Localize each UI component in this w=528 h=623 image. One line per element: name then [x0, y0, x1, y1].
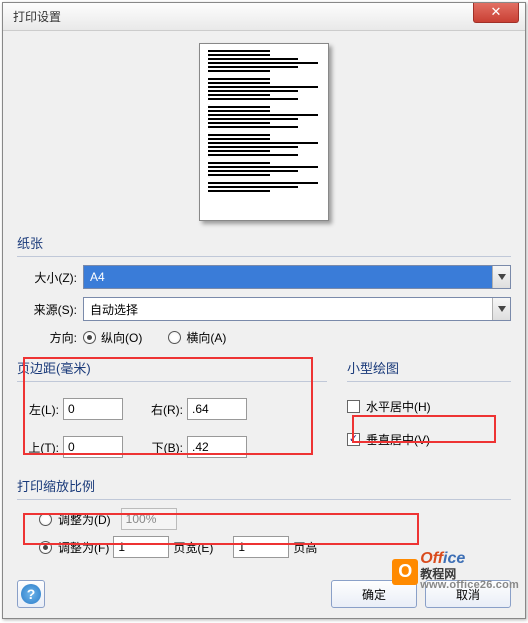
- small-drawing-label: 小型绘图: [347, 356, 511, 377]
- checkbox-icon: [347, 433, 360, 446]
- middle-two-col: 页边距(毫米) 左(L): 右(R): 上(T): 下(B):: [17, 356, 511, 466]
- chevron-down-icon: [492, 266, 510, 288]
- portrait-radio[interactable]: 纵向(O): [83, 329, 142, 346]
- divider: [17, 256, 511, 257]
- divider: [347, 381, 511, 382]
- print-settings-dialog: 打印设置 ✕ 纸张 大小(Z): A4: [2, 2, 526, 619]
- pagewide-label: 页宽(E): [173, 539, 229, 556]
- pagehigh-input[interactable]: [233, 536, 289, 558]
- h-center-check[interactable]: 水平居中(H): [347, 398, 511, 415]
- source-label: 来源(S):: [17, 301, 83, 318]
- left-margin-input[interactable]: [63, 398, 123, 420]
- small-drawing-block: 小型绘图 水平居中(H) 垂直居中(V): [327, 356, 511, 458]
- adjust-f-label: 调整为(F): [58, 539, 109, 556]
- dialog-body: 纸张 大小(Z): A4 来源(S): 自动选择 方向:: [3, 31, 525, 566]
- v-center-check[interactable]: 垂直居中(V): [347, 431, 511, 448]
- checkbox-icon: [347, 400, 360, 413]
- paper-section-label: 纸张: [17, 231, 511, 252]
- adjust-d-value: 100%: [121, 508, 177, 530]
- help-button[interactable]: ?: [17, 580, 45, 608]
- margins-row-1: 左(L): 右(R):: [17, 390, 327, 428]
- bottom-margin-input[interactable]: [187, 436, 247, 458]
- orientation-row: 方向: 纵向(O) 横向(A): [17, 329, 511, 346]
- paper-size-row: 大小(Z): A4: [17, 265, 511, 289]
- scale-section-label: 打印缩放比例: [17, 474, 511, 495]
- top-margin-label: 上(T):: [17, 439, 63, 456]
- radio-icon: [83, 331, 96, 344]
- size-label: 大小(Z):: [17, 269, 83, 286]
- landscape-radio[interactable]: 横向(A): [168, 329, 226, 346]
- right-margin-label: 右(R):: [141, 401, 187, 418]
- pagehigh-label: 页高: [293, 539, 349, 556]
- v-center-label: 垂直居中(V): [366, 431, 430, 448]
- adjust-f-radio[interactable]: 调整为(F) 页宽(E) 页高: [39, 536, 511, 558]
- pagewide-input[interactable]: [113, 536, 169, 558]
- title-bar: 打印设置 ✕: [3, 3, 525, 31]
- help-icon: ?: [21, 584, 41, 604]
- scale-block: 打印缩放比例 调整为(D) 100% 调整为(F) 页宽(E) 页高: [17, 474, 511, 558]
- margins-section-label: 页边距(毫米): [17, 356, 327, 377]
- source-dropdown[interactable]: 自动选择: [83, 297, 511, 321]
- preview-page: [199, 43, 329, 221]
- dialog-title: 打印设置: [13, 8, 61, 25]
- orientation-label: 方向:: [17, 329, 83, 346]
- adjust-d-label: 调整为(D): [58, 511, 111, 528]
- divider: [17, 381, 327, 382]
- close-button[interactable]: ✕: [473, 3, 519, 23]
- radio-icon: [39, 541, 52, 554]
- adjust-d-radio[interactable]: 调整为(D) 100%: [39, 508, 511, 530]
- button-bar: ? 确定 取消: [3, 580, 525, 608]
- cancel-button[interactable]: 取消: [425, 580, 511, 608]
- bottom-margin-label: 下(B):: [141, 439, 187, 456]
- watermark-cn: 教程网: [420, 568, 519, 581]
- size-value: A4: [84, 270, 492, 284]
- left-margin-label: 左(L):: [17, 401, 63, 418]
- margins-block: 页边距(毫米) 左(L): 右(R): 上(T): 下(B):: [17, 356, 327, 466]
- paper-source-row: 来源(S): 自动选择: [17, 297, 511, 321]
- radio-icon: [39, 513, 52, 526]
- top-margin-input[interactable]: [63, 436, 123, 458]
- h-center-label: 水平居中(H): [366, 398, 431, 415]
- radio-icon: [168, 331, 181, 344]
- page-preview: [17, 39, 511, 231]
- divider: [17, 499, 511, 500]
- chevron-down-icon: [492, 298, 510, 320]
- source-value: 自动选择: [84, 301, 492, 318]
- portrait-label: 纵向(O): [101, 329, 142, 346]
- landscape-label: 横向(A): [186, 329, 226, 346]
- size-dropdown[interactable]: A4: [83, 265, 511, 289]
- margins-row-2: 上(T): 下(B):: [17, 428, 327, 466]
- ok-button[interactable]: 确定: [331, 580, 417, 608]
- right-margin-input[interactable]: [187, 398, 247, 420]
